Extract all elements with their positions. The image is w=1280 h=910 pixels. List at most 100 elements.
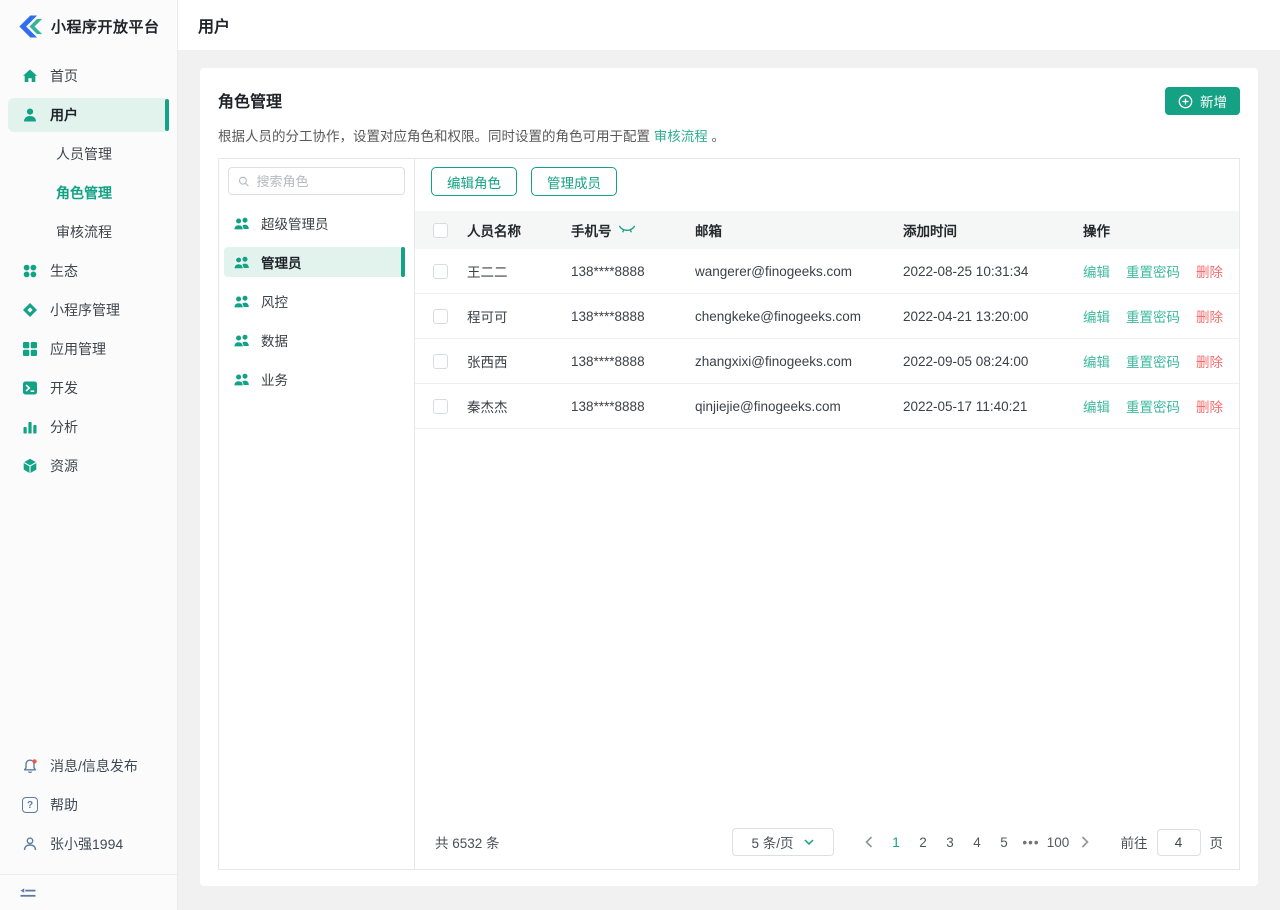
review-flow-link[interactable]: 审核流程 [654, 129, 708, 144]
add-button[interactable]: 新增 [1165, 87, 1240, 115]
role-item-label: 数据 [261, 330, 288, 350]
sidebar-item-messages[interactable]: 消息/信息发布 [8, 749, 169, 783]
table-row: 秦杰杰 138****8888 qinjiejie@finogeeks.com … [415, 384, 1239, 429]
users-icon [233, 294, 251, 308]
goto-page-input[interactable] [1157, 829, 1201, 856]
search-input[interactable] [256, 174, 395, 189]
sidebar-item-label: 人员管理 [56, 144, 112, 164]
edit-action[interactable]: 编辑 [1083, 261, 1110, 281]
menu-fold-icon[interactable] [20, 887, 36, 899]
sidebar-collapse-row [0, 874, 177, 910]
person-outline-icon [22, 836, 38, 852]
delete-action[interactable]: 删除 [1196, 261, 1223, 281]
apps-grid-icon [22, 341, 38, 357]
brand: 小程序开放平台 [0, 0, 177, 50]
pager: 1 2 3 4 5 ••• 100 [856, 828, 1099, 856]
ecosystem-icon [22, 263, 38, 279]
sidebar-item-label: 用户 [50, 105, 78, 125]
sidebar-item-member-management[interactable]: 人员管理 [8, 137, 169, 171]
delete-action[interactable]: 删除 [1196, 351, 1223, 371]
table-header-row: 人员名称 手机号 邮箱 添加时间 操作 [415, 211, 1239, 249]
sidebar-item-app-management[interactable]: 应用管理 [8, 332, 169, 366]
add-button-label: 新增 [1200, 91, 1227, 111]
row-checkbox[interactable] [433, 309, 448, 324]
role-item-super-admin[interactable]: 超级管理员 [224, 208, 405, 238]
table-row: 王二二 138****8888 wangerer@finogeeks.com 2… [415, 249, 1239, 294]
delete-action[interactable]: 删除 [1196, 396, 1223, 416]
page-size-select[interactable]: 5 条/页 [732, 828, 834, 856]
row-actions: 编辑 重置密码 删除 [1083, 396, 1239, 416]
topbar: 用户 [178, 0, 1280, 50]
next-page-button[interactable] [1072, 828, 1099, 856]
row-checkbox[interactable] [433, 399, 448, 414]
member-name: 王二二 [467, 261, 571, 281]
role-item-risk-control[interactable]: 风控 [224, 286, 405, 316]
page-number-3[interactable]: 3 [937, 828, 964, 856]
sidebar-item-development[interactable]: 开发 [8, 371, 169, 405]
edit-action[interactable]: 编辑 [1083, 306, 1110, 326]
toolbar: 编辑角色 管理成员 [431, 167, 1239, 196]
sidebar-item-resources[interactable]: 资源 [8, 449, 169, 483]
page-size-value: 5 条/页 [751, 832, 793, 852]
page-number-4[interactable]: 4 [964, 828, 991, 856]
users-icon [233, 372, 251, 386]
reset-password-action[interactable]: 重置密码 [1126, 306, 1180, 326]
column-header-time: 添加时间 [903, 220, 1083, 240]
page-number-5[interactable]: 5 [991, 828, 1018, 856]
sidebar-item-label: 小程序管理 [50, 300, 120, 320]
sidebar-item-role-management[interactable]: 角色管理 [8, 176, 169, 210]
chevron-right-icon [1081, 836, 1089, 848]
user-icon [22, 107, 38, 123]
page-number-2[interactable]: 2 [910, 828, 937, 856]
edit-role-button[interactable]: 编辑角色 [431, 167, 517, 196]
sidebar-item-account[interactable]: 张小强1994 [8, 827, 169, 861]
terminal-icon [22, 380, 38, 396]
member-added-time: 2022-04-21 13:20:00 [903, 309, 1083, 324]
manage-members-button[interactable]: 管理成员 [531, 167, 617, 196]
sidebar-item-user[interactable]: 用户 [8, 98, 169, 132]
sidebar-item-help[interactable]: ? 帮助 [8, 788, 169, 822]
role-item-admin[interactable]: 管理员 [224, 247, 405, 277]
reset-password-action[interactable]: 重置密码 [1126, 396, 1180, 416]
table-row: 程可可 138****8888 chengkeke@finogeeks.com … [415, 294, 1239, 339]
role-item-business[interactable]: 业务 [224, 364, 405, 394]
description-suffix: 。 [708, 129, 725, 144]
sidebar-item-ecosystem[interactable]: 生态 [8, 254, 169, 288]
pagination-controls: 5 条/页 1 2 3 4 5 ••• 100 [732, 828, 1224, 856]
chevron-down-icon [804, 839, 814, 845]
select-all-checkbox[interactable] [433, 223, 448, 238]
row-checkbox[interactable] [433, 264, 448, 279]
edit-action[interactable]: 编辑 [1083, 396, 1110, 416]
more-pages-ellipsis[interactable]: ••• [1018, 828, 1045, 856]
sidebar-item-label: 应用管理 [50, 339, 106, 359]
sidebar-item-label: 张小强1994 [50, 834, 123, 854]
sidebar-item-label: 首页 [50, 66, 78, 86]
sidebar-item-review-flow[interactable]: 审核流程 [8, 215, 169, 249]
row-checkbox[interactable] [433, 354, 448, 369]
member-name: 张西西 [467, 351, 571, 371]
member-added-time: 2022-08-25 10:31:34 [903, 264, 1083, 279]
sidebar-item-label: 消息/信息发布 [50, 756, 138, 776]
description-text: 根据人员的分工协作，设置对应角色和权限。同时设置的角色可用于配置 [218, 129, 654, 144]
sidebar: 小程序开放平台 首页 用户 人员管理 角色管理 审核流程 生态 小程序管理 [0, 0, 178, 910]
delete-action[interactable]: 删除 [1196, 306, 1223, 326]
eye-closed-icon[interactable] [619, 225, 635, 235]
prev-page-button[interactable] [856, 828, 883, 856]
pagination-bar: 共 6532 条 5 条/页 1 2 3 4 [435, 827, 1223, 857]
column-header-name: 人员名称 [467, 220, 571, 240]
role-item-label: 风控 [261, 291, 288, 311]
column-header-ops: 操作 [1083, 220, 1239, 240]
member-email: chengkeke@finogeeks.com [695, 309, 903, 324]
page-number-100[interactable]: 100 [1045, 828, 1072, 856]
reset-password-action[interactable]: 重置密码 [1126, 261, 1180, 281]
reset-password-action[interactable]: 重置密码 [1126, 351, 1180, 371]
sidebar-item-home[interactable]: 首页 [8, 59, 169, 93]
role-item-data[interactable]: 数据 [224, 325, 405, 355]
users-icon [233, 216, 251, 230]
sidebar-item-analytics[interactable]: 分析 [8, 410, 169, 444]
sidebar-item-miniapp-management[interactable]: 小程序管理 [8, 293, 169, 327]
edit-action[interactable]: 编辑 [1083, 351, 1110, 371]
page-number-1[interactable]: 1 [883, 828, 910, 856]
member-phone: 138****8888 [571, 309, 695, 324]
card-title: 角色管理 [218, 88, 1240, 112]
